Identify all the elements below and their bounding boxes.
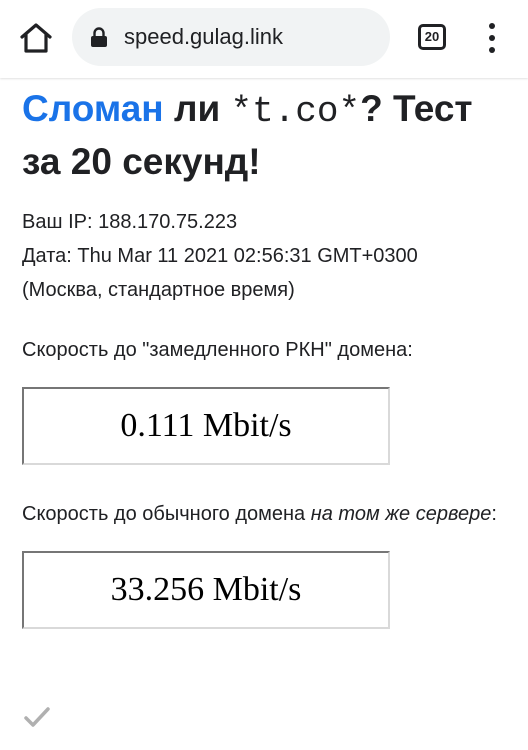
title-mid: ли (163, 88, 231, 129)
address-bar[interactable]: speed.gulag.link (72, 8, 390, 66)
title-code: *t.co* (230, 91, 361, 132)
tab-count: 20 (424, 29, 440, 44)
tab-switcher-icon[interactable]: 20 (418, 24, 446, 50)
page-title: Сломан ли *t.co*? Тест за 20 секунд! (22, 84, 512, 187)
overflow-menu-icon[interactable] (480, 22, 504, 54)
normal-label-end: : (491, 503, 497, 525)
normal-domain-label: Скорость до обычного домена на том же се… (22, 497, 512, 531)
ip-line: Ваш IP: 188.170.75.223 (22, 211, 238, 233)
browser-toolbar: speed.gulag.link 20 (0, 0, 528, 78)
normal-label-start: Скорость до обычного домена (22, 503, 311, 525)
connection-info: Ваш IP: 188.170.75.223 Дата: Thu Mar 11 … (22, 205, 512, 307)
title-brand: Сломан (22, 88, 164, 129)
url-text[interactable]: speed.gulag.link (124, 23, 283, 51)
slow-speed-output[interactable]: 0.111 Mbit/s (22, 387, 390, 465)
slow-domain-label: Скорость до "замедленного РКН" домена: (22, 339, 413, 361)
date-line: Дата: Thu Mar 11 2021 02:56:31 GMT+0300 (22, 245, 418, 267)
timezone-line: (Москва, стандартное время) (22, 279, 295, 301)
normal-speed-output[interactable]: 33.256 Mbit/s (22, 551, 390, 629)
lock-icon (90, 26, 108, 48)
page-content: Сломан ли *t.co*? Тест за 20 секунд! Ваш… (22, 78, 512, 629)
checkmark-icon (24, 704, 50, 730)
home-icon[interactable] (18, 20, 54, 56)
normal-label-emphasis: на том же сервере (310, 503, 492, 525)
